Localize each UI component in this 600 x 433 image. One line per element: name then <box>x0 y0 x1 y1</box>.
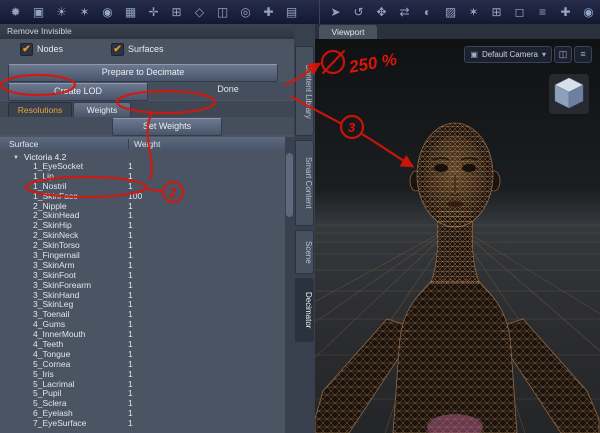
decimator-panel: Remove Invisible ✔ Nodes ✔ Surfaces Prep… <box>0 24 294 433</box>
star-icon[interactable]: ✶ <box>462 5 485 19</box>
viewport-tabbar: Viewport <box>315 24 600 39</box>
shade-icon[interactable]: ▨ <box>439 5 462 19</box>
translate-tool-icon[interactable]: ✥ <box>370 5 393 19</box>
cube-icon[interactable]: ⊞ <box>165 5 188 19</box>
camera-selector[interactable]: ▣ Default Camera ▾ <box>464 46 552 63</box>
surface-table-header: Surface Weight <box>0 137 294 151</box>
application-window: ✹ ▣ ☀ ✶ ◉ ▦ ✛ ⊞ ◇ ◫ ◎ ✚ ▤ ➤ ↺ ✥ ⇄ ◐ ▨ ✶ ⊞ ◻ ≡ ✚ ◉ Remove Invisi… <box>0 0 600 433</box>
surface-weight: 1 <box>128 418 133 429</box>
camera-selector-label: Default Camera <box>481 50 538 59</box>
prepare-to-decimate-button[interactable]: Prepare to Decimate <box>8 64 278 82</box>
lod-row: Create LOD Done <box>0 82 294 101</box>
node-icon[interactable]: ✛ <box>142 5 165 19</box>
side-tab-scene[interactable]: Scene <box>295 230 314 274</box>
checkbox-check-icon[interactable]: ✔ <box>111 42 125 56</box>
column-surface[interactable]: Surface <box>9 139 38 149</box>
checkbox-check-icon[interactable]: ✔ <box>20 42 33 56</box>
set-weights-row: Set Weights <box>0 117 294 136</box>
panel-scrollbar[interactable] <box>285 137 294 433</box>
render-icon[interactable]: ✹ <box>4 5 27 19</box>
column-weight[interactable]: Weight <box>128 139 160 149</box>
sphere-icon[interactable]: ◎ <box>234 5 257 19</box>
side-tab-strip: Content Library Smart Content Scene Decimat… <box>294 24 315 433</box>
orbit-tool-icon[interactable]: ◐ <box>416 5 439 19</box>
main-toolbar: ✹ ▣ ☀ ✶ ◉ ▦ ✛ ⊞ ◇ ◫ ◎ ✚ ▤ ➤ ↺ ✥ ⇄ ◐ ▨ ✶ ⊞ ◻ ≡ ✚ ◉ <box>0 0 600 24</box>
surfaces-checkbox-label: Surfaces <box>128 44 164 54</box>
surface-icon[interactable]: ◫ <box>211 5 234 19</box>
viewport-menu-button[interactable]: ≡ <box>574 46 592 63</box>
light-icon[interactable]: ☀ <box>50 5 73 19</box>
side-tab-decimator[interactable]: Decimator <box>295 278 314 342</box>
nodes-checkbox[interactable]: ✔ Nodes <box>20 42 64 56</box>
target-icon[interactable]: ◉ <box>96 5 119 19</box>
geometry-icon[interactable]: ◇ <box>188 5 211 19</box>
side-tab-smart-content[interactable]: Smart Content <box>295 140 314 226</box>
create-lod-button[interactable]: Create LOD <box>8 83 148 101</box>
panel-scrollbar-thumb[interactable] <box>286 153 293 217</box>
surfaces-checkbox[interactable]: ✔ Surfaces <box>111 42 164 56</box>
viewport-options-button[interactable]: ◫ <box>554 46 572 63</box>
plus-icon[interactable]: ✚ <box>554 5 577 19</box>
grid-icon[interactable]: ▦ <box>119 5 142 19</box>
checkbox-row: ✔ Nodes ✔ Surfaces <box>0 40 294 58</box>
select-cursor-icon[interactable]: ➤ <box>324 5 347 19</box>
dot-icon[interactable]: ◉ <box>577 5 600 19</box>
panel-tab-row: Resolutions Weights <box>0 101 294 119</box>
side-tab-content-library[interactable]: Content Library <box>295 46 314 136</box>
viewport-canvas[interactable]: ▣ Default Camera ▾ ◫ ≡ <box>315 39 600 433</box>
frame-icon[interactable]: ◻ <box>508 5 531 19</box>
add-icon[interactable]: ✚ <box>257 5 280 19</box>
tab-viewport[interactable]: Viewport <box>319 25 377 39</box>
view-cube-gizmo[interactable] <box>548 73 590 115</box>
menu-icon[interactable]: ≡ <box>531 5 554 19</box>
toolbar-right: ➤ ↺ ✥ ⇄ ◐ ▨ ✶ ⊞ ◻ ≡ ✚ ◉ <box>319 0 600 24</box>
surface-list: ▼ Victoria 4.2 1_EyeSocket 1 1_Lip 1 1_Nostr… <box>0 152 284 431</box>
movie-camera-icon[interactable]: ▣ <box>27 5 50 19</box>
viewport-panel: Viewport ▣ Default Camera ▾ ◫ ≡ <box>315 24 600 433</box>
nodes-checkbox-label: Nodes <box>37 44 64 54</box>
surface-row[interactable]: 7_EyeSurface 1 <box>0 418 284 429</box>
camera-icon: ▣ <box>470 50 478 59</box>
chevron-down-icon: ▾ <box>541 50 546 59</box>
set-weights-button[interactable]: Set Weights <box>112 118 222 136</box>
scale-tool-icon[interactable]: ⇄ <box>393 5 416 19</box>
surface-name: 7_EyeSurface <box>33 418 87 429</box>
grid-toggle-icon[interactable]: ⊞ <box>485 5 508 19</box>
sun-icon[interactable]: ✶ <box>73 5 96 19</box>
rotate-tool-icon[interactable]: ↺ <box>347 5 370 19</box>
panel-header: Remove Invisible <box>0 24 294 39</box>
toolbar-left: ✹ ▣ ☀ ✶ ◉ ▦ ✛ ⊞ ◇ ◫ ◎ ✚ ▤ <box>0 0 319 24</box>
done-button[interactable]: Done <box>198 84 258 94</box>
panel-icon[interactable]: ▤ <box>280 5 303 19</box>
